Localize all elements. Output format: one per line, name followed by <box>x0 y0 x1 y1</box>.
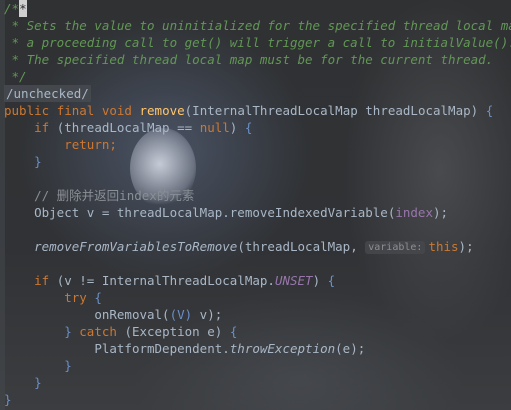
object-decl-end: ); <box>432 205 449 220</box>
kw-this: this <box>428 239 459 254</box>
if2-open-brace: { <box>327 273 336 288</box>
kw-if-2: if <box>34 273 50 288</box>
code-line-18[interactable]: try { <box>4 289 102 306</box>
code-line-22[interactable]: } <box>4 357 72 374</box>
code-line-23[interactable]: } <box>4 374 42 391</box>
kw-try: try <box>64 290 87 305</box>
throw-end: (e); <box>335 341 366 356</box>
remove-end: ); <box>458 239 474 254</box>
code-line-3[interactable]: * a proceeding call to get() will trigge… <box>4 34 511 51</box>
code-line-4[interactable]: * The specified thread local map must be… <box>4 51 494 68</box>
kw-catch: catch <box>79 324 117 339</box>
code-line-8[interactable]: if (threadLocalMap == null) { <box>4 119 252 136</box>
code-line-7[interactable]: public final void remove(InternalThreadL… <box>4 102 493 119</box>
index-field: index <box>395 205 433 220</box>
on-removal-end: v); <box>192 307 223 322</box>
if2-cond-b: ) <box>312 273 328 288</box>
try-open-brace: { <box>94 290 102 305</box>
try-close-brace: } <box>64 324 72 339</box>
catch-close-brace: } <box>64 358 72 373</box>
code-line-24[interactable]: } <box>4 391 12 408</box>
code-line-21[interactable]: PlatformDependent.throwException(e); <box>4 340 365 357</box>
kw-public: public <box>4 103 50 118</box>
code-line-17[interactable]: if (v != InternalThreadLocalMap.UNSET) { <box>4 272 335 289</box>
text-cursor: * <box>19 0 27 17</box>
code-line-9[interactable]: return; <box>4 136 117 153</box>
code-line-15[interactable]: removeFromVariablesToRemove(threadLocalM… <box>4 238 474 255</box>
kw-null: null <box>199 120 230 135</box>
code-line-6[interactable]: /unchecked/ <box>4 85 91 102</box>
return-semicolon: ; <box>109 137 117 152</box>
platform-class: PlatformDependent. <box>94 341 230 356</box>
object-decl: Object v = threadLocalMap.removeIndexedV… <box>34 205 396 220</box>
method-close-brace: } <box>4 392 12 407</box>
kw-void: void <box>101 103 132 118</box>
chinese-comment: // 删除并返回index的元素 <box>34 188 195 203</box>
catch-open-brace: { <box>229 324 238 339</box>
code-line-2[interactable]: * Sets the value to uninitialized for th… <box>4 17 511 34</box>
remove-fn-call: removeFromVariablesToRemove <box>34 239 238 254</box>
param-hint-variable: variable: <box>365 241 426 254</box>
cast-v: (V) <box>169 307 193 322</box>
catch-args: (Exception e) <box>116 324 230 339</box>
throw-exception-fn: throwException <box>229 341 336 356</box>
if-cond-b: ) <box>229 120 245 135</box>
kw-final: final <box>56 103 95 118</box>
kw-if: if <box>34 120 50 135</box>
on-removal-call: onRemoval( <box>94 307 170 322</box>
code-line-12[interactable]: // 删除并返回index的元素 <box>4 187 194 204</box>
method-params: (InternalThreadLocalMap threadLocalMap) <box>184 103 486 118</box>
code-line-10[interactable]: } <box>4 153 42 170</box>
kw-return: return <box>64 137 110 152</box>
if-cond-a: (threadLocalMap == <box>49 120 200 135</box>
code-line-5[interactable]: */ <box>4 68 27 85</box>
if2-cond-a: (v != InternalThreadLocalMap. <box>49 273 275 288</box>
code-line-20[interactable]: } catch (Exception e) { <box>4 323 237 340</box>
code-editor[interactable]: /** * Sets the value to uninitialized fo… <box>4 0 511 410</box>
doc-open: /* <box>4 1 20 16</box>
code-line-13[interactable]: Object v = threadLocalMap.removeIndexedV… <box>4 204 448 221</box>
method-open-brace: { <box>485 103 494 118</box>
if2-close-brace: } <box>34 375 42 390</box>
if-close-brace: } <box>34 154 42 169</box>
annotation-unchecked: /unchecked/ <box>4 85 91 102</box>
code-line-1[interactable]: /** <box>4 0 27 17</box>
code-line-19[interactable]: onRemoval((V) v); <box>4 306 222 323</box>
method-name: remove <box>139 103 185 118</box>
unset-constant: UNSET <box>274 273 313 288</box>
if-open-brace: { <box>244 120 253 135</box>
remove-args: (threadLocalMap, <box>237 239 366 254</box>
